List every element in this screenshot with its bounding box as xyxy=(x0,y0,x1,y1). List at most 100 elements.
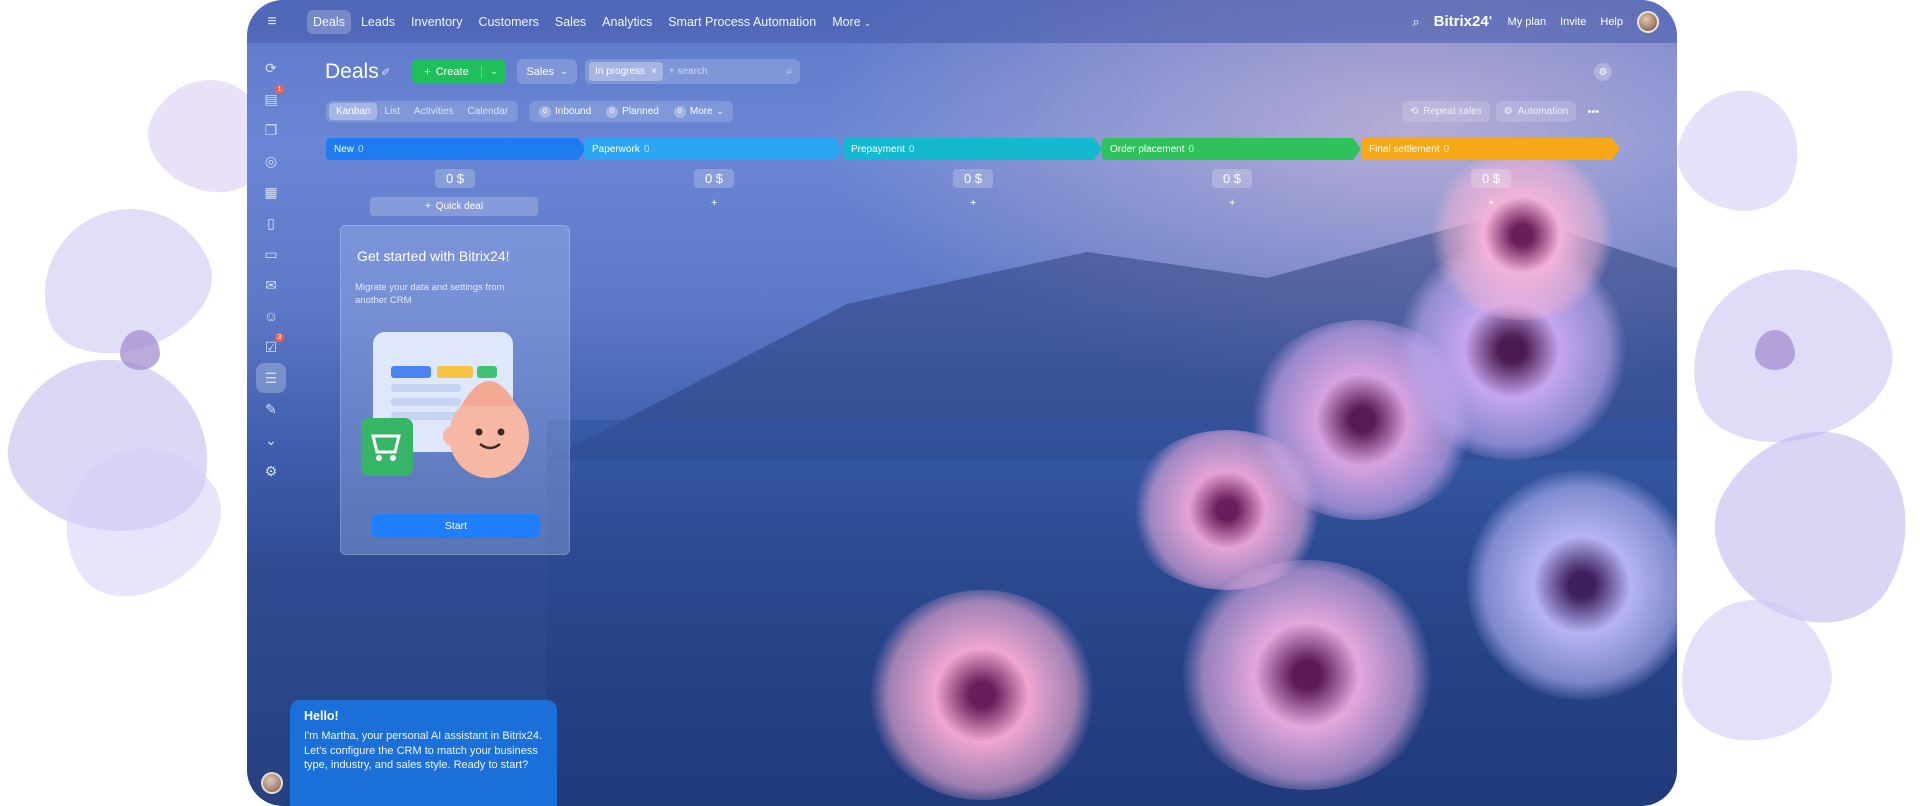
view-calendar[interactable]: Calendar xyxy=(461,103,516,120)
stage-prepayment[interactable]: Prepayment 0 xyxy=(843,138,1102,160)
stage-count: 0 xyxy=(1188,143,1195,155)
stage-name: Order placement xyxy=(1110,143,1185,155)
pipeline-label: Sales xyxy=(526,65,554,78)
quick-deal-button[interactable]: + Quick deal xyxy=(370,197,538,216)
sign-icon[interactable]: ✎ xyxy=(256,394,286,424)
brand-text: Bitrix24 xyxy=(1433,13,1489,30)
quick-deal-label: Quick deal xyxy=(435,201,484,212)
counter-inbound[interactable]: 0 Inbound xyxy=(533,105,597,118)
stage-new[interactable]: New 0 xyxy=(326,138,586,160)
start-button[interactable]: Start xyxy=(372,514,540,538)
nav-leads[interactable]: Leads xyxy=(355,10,401,34)
create-button[interactable]: + Create ⌄ xyxy=(412,59,506,84)
view-activities[interactable]: Activities xyxy=(407,103,460,120)
left-decorative-flowers xyxy=(0,0,260,806)
counter-value: 0 xyxy=(606,105,619,118)
chevron-down-icon: ⌄ xyxy=(864,18,871,28)
chevron-down-icon[interactable]: ⌄ xyxy=(256,425,286,455)
invite-link[interactable]: Invite xyxy=(1560,16,1586,28)
stage-name: Prepayment xyxy=(851,143,905,155)
robot-icon: ⚙ xyxy=(1503,106,1513,117)
gear-icon[interactable]: ⚙ xyxy=(1594,63,1612,81)
tasks-icon[interactable]: ▤ 1 xyxy=(256,84,286,114)
repeat-icon: ⟲ xyxy=(1410,106,1419,117)
mail-icon[interactable]: ✉ xyxy=(256,270,286,300)
stage-order-placement[interactable]: Order placement 0 xyxy=(1102,138,1361,160)
calendar-icon[interactable]: ▦ xyxy=(256,177,286,207)
pipeline-select[interactable]: Sales ⌄ xyxy=(517,59,577,84)
brand-status-icon: ◐ xyxy=(1488,13,1494,22)
stage-sum: 0 $ xyxy=(953,169,993,188)
background-flower xyxy=(867,590,1097,800)
crm-filter-icon[interactable]: ☰ xyxy=(256,363,286,393)
counter-more[interactable]: 0 More ⌄ xyxy=(668,105,730,118)
brand-logo[interactable]: Bitrix24◐ xyxy=(1434,13,1494,30)
assistant-avatar[interactable] xyxy=(261,772,283,794)
documents-icon[interactable]: ▯ xyxy=(256,208,286,238)
more-options-icon[interactable]: ••• xyxy=(1582,101,1604,122)
counter-label: Inbound xyxy=(555,106,592,117)
counter-value: 0 xyxy=(673,105,686,118)
top-navigation-bar: ≡ Deals Leads Inventory Customers Sales … xyxy=(247,0,1677,43)
view-list[interactable]: List xyxy=(377,103,407,120)
filter-search-bar[interactable]: In progress × + search ⌕ xyxy=(585,59,800,84)
automation-label: Automation xyxy=(1517,106,1569,117)
counter-label: Planned xyxy=(622,106,659,117)
chevron-down-icon: ⌄ xyxy=(716,107,724,116)
stage-final-settlement[interactable]: Final settlement 0 xyxy=(1361,138,1620,160)
nav-smart-process-automation[interactable]: Smart Process Automation xyxy=(662,10,822,34)
assistant-greeting: Hello! xyxy=(304,709,339,723)
filter-chip-in-progress[interactable]: In progress × xyxy=(589,62,663,81)
search-input[interactable]: + search xyxy=(669,66,708,77)
automation-button[interactable]: ⚙ Automation xyxy=(1495,101,1577,122)
pin-icon[interactable]: ✐ xyxy=(381,66,390,79)
add-deal-plus[interactable]: + xyxy=(1488,197,1494,209)
nav-sales[interactable]: Sales xyxy=(549,10,592,34)
background-flower xyxy=(1177,560,1437,790)
copilot-icon[interactable]: ◎ xyxy=(256,146,286,176)
ai-assistant-message[interactable]: Hello! I'm Martha, your personal AI assi… xyxy=(290,700,557,806)
filter-chip-label: In progress xyxy=(595,66,646,77)
nav-customers[interactable]: Customers xyxy=(472,10,544,34)
nav-deals[interactable]: Deals xyxy=(307,9,351,34)
help-link[interactable]: Help xyxy=(1600,16,1623,28)
my-plan-link[interactable]: My plan xyxy=(1508,16,1547,28)
plus-icon: + xyxy=(424,65,431,78)
onboarding-text: Migrate your data and settings from anot… xyxy=(355,282,505,306)
chat-icon[interactable]: ❐ xyxy=(256,115,286,145)
tasks-badge: 1 xyxy=(275,85,284,94)
repeat-sales-button[interactable]: ⟲ Repeat sales xyxy=(1402,101,1490,122)
search-icon[interactable]: ⌕ xyxy=(786,66,792,77)
repeat-sales-label: Repeat sales xyxy=(1423,106,1482,117)
settings-icon[interactable]: ⚙ xyxy=(256,456,286,486)
view-kanban[interactable]: Kanban xyxy=(329,103,378,120)
stage-name: Final settlement xyxy=(1369,143,1440,155)
contacts-icon[interactable]: ☺ xyxy=(256,301,286,331)
assistant-text: I'm Martha, your personal AI assistant i… xyxy=(304,730,543,771)
add-deal-plus[interactable]: + xyxy=(711,197,717,209)
activity-stream-icon[interactable]: ⟳ xyxy=(256,53,286,83)
user-avatar[interactable] xyxy=(1637,10,1659,33)
nav-more[interactable]: More ⌄ xyxy=(826,10,877,34)
payments-icon[interactable]: ▭ xyxy=(256,239,286,269)
stage-sum: 0 $ xyxy=(1471,169,1511,188)
nav-inventory[interactable]: Inventory xyxy=(405,10,468,34)
search-icon[interactable]: ⌕ xyxy=(1412,14,1419,30)
right-decorative-flowers xyxy=(1660,0,1920,806)
close-icon[interactable]: × xyxy=(651,66,657,77)
stage-name: New xyxy=(334,143,355,155)
chevron-down-icon[interactable]: ⌄ xyxy=(482,66,506,77)
menu-icon[interactable]: ≡ xyxy=(247,0,297,43)
counter-planned[interactable]: 0 Planned xyxy=(600,105,665,118)
checklist-icon[interactable]: ☑ 3 xyxy=(256,332,286,362)
nav-analytics[interactable]: Analytics xyxy=(596,10,658,34)
stage-name: Paperwork xyxy=(592,143,640,155)
onboarding-title: Get started with Bitrix24! xyxy=(357,248,510,264)
counter-label: More xyxy=(689,106,713,117)
create-button-label-area[interactable]: + Create xyxy=(412,65,482,78)
stage-paperwork[interactable]: Paperwork 0 xyxy=(584,138,843,160)
crm-window: ≡ Deals Leads Inventory Customers Sales … xyxy=(247,0,1677,806)
add-deal-plus[interactable]: + xyxy=(1229,197,1235,209)
stage-count: 0 xyxy=(358,143,364,155)
add-deal-plus[interactable]: + xyxy=(970,197,976,209)
